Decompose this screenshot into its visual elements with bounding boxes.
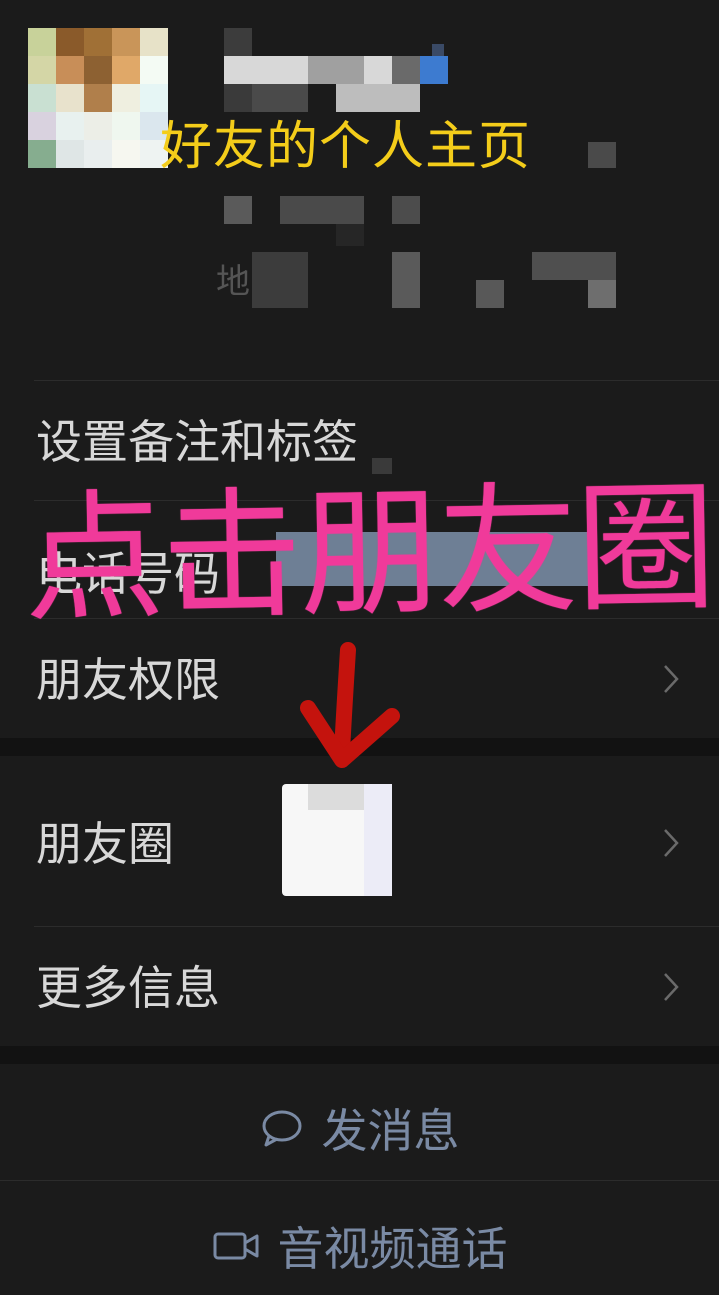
moments-row[interactable]: 朋友圈 <box>36 816 174 872</box>
instruction-overlay: 点击朋友圈 <box>22 466 716 643</box>
friend-permissions-row[interactable]: 朋友权限 <box>36 652 220 708</box>
blurred-name <box>224 84 252 112</box>
profile-screen: 地 好友的个人主页 设置备注和标签 电话号码 朋友权限 朋友圈 更多信息 发消息… <box>0 0 719 1295</box>
thumbnail-detail <box>308 784 364 810</box>
down-arrow-icon <box>296 642 406 772</box>
blurred-account-id <box>280 196 364 224</box>
blurred-name <box>308 56 364 84</box>
blurred-name <box>392 56 420 84</box>
blurred-name <box>588 142 616 168</box>
divider <box>34 380 719 381</box>
chevron-right-icon <box>663 664 679 694</box>
blurred-name <box>252 84 308 112</box>
blurred-region <box>532 252 616 280</box>
send-message-label: 发消息 <box>321 1104 460 1158</box>
thumbnail-detail <box>364 784 392 896</box>
video-camera-icon <box>212 1229 260 1263</box>
avatar[interactable] <box>28 28 168 168</box>
blurred-name <box>224 28 252 56</box>
divider <box>0 1180 719 1181</box>
page-caption: 好友的个人主页 <box>160 117 532 177</box>
video-call-label: 音视频通话 <box>277 1222 508 1276</box>
section-gap <box>0 1046 719 1064</box>
blurred-region <box>392 252 420 308</box>
chevron-right-icon <box>663 972 679 1002</box>
blurred-name <box>420 56 448 84</box>
send-message-button[interactable]: 发消息 <box>0 1088 719 1168</box>
remark-tags-row[interactable]: 设置备注和标签 <box>36 414 358 470</box>
blurred-region <box>476 280 504 308</box>
chat-bubble-icon <box>260 1108 304 1148</box>
divider <box>34 926 719 927</box>
blurred-region <box>588 280 616 308</box>
blurred-region <box>252 252 308 308</box>
more-info-row[interactable]: 更多信息 <box>36 960 220 1016</box>
region-label: 地 <box>216 262 250 302</box>
blurred-account-id <box>224 196 252 224</box>
blurred-name <box>432 44 444 56</box>
blurred-account-id <box>336 224 364 246</box>
moments-thumbnail[interactable] <box>282 784 392 896</box>
blurred-account-id <box>392 196 420 224</box>
video-call-button[interactable]: 音视频通话 <box>0 1206 719 1286</box>
chevron-right-icon <box>663 828 679 858</box>
blurred-name <box>336 84 420 112</box>
